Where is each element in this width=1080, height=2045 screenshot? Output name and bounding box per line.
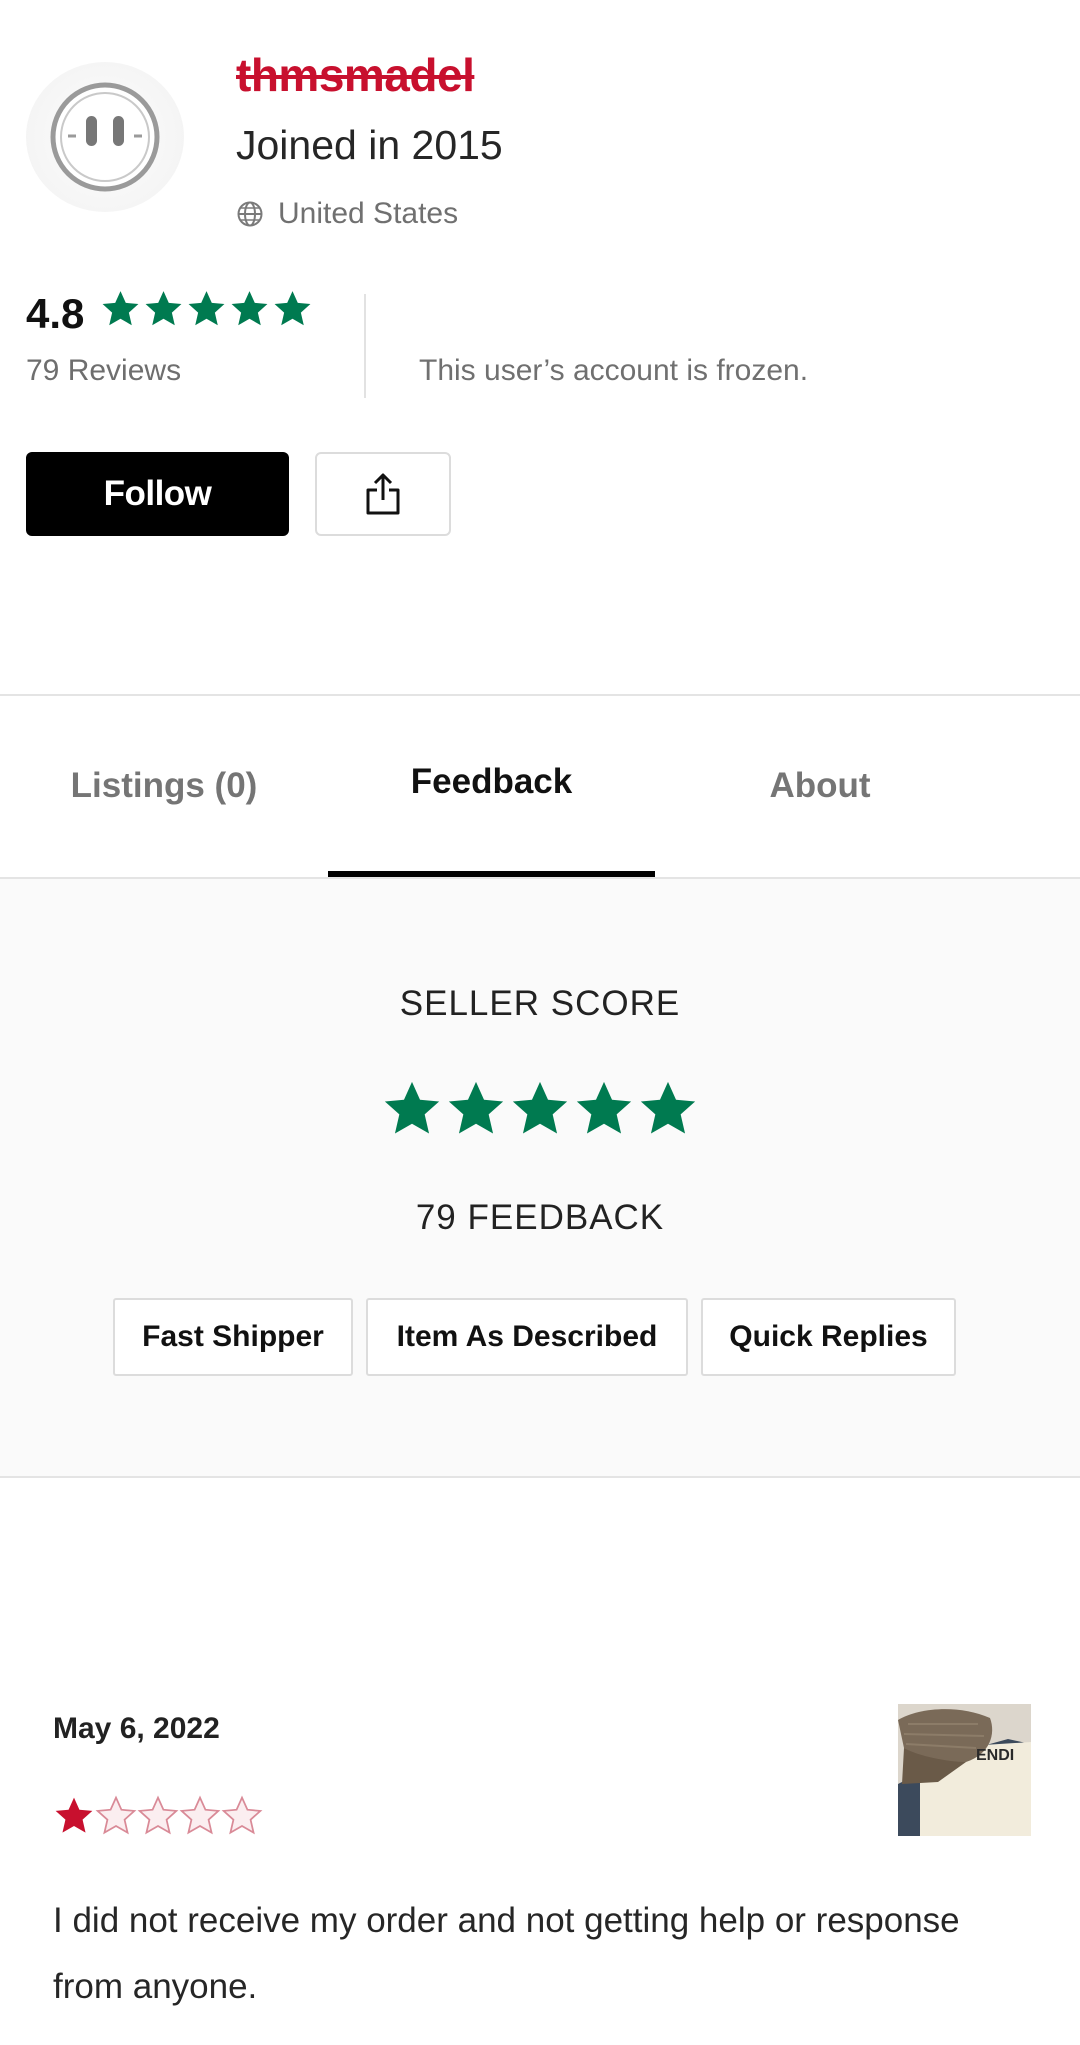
share-button[interactable] <box>315 452 451 536</box>
star-empty-icon <box>179 1795 221 1835</box>
review-date: May 6, 2022 <box>53 1712 220 1745</box>
star-icon <box>102 291 139 326</box>
star-empty-icon <box>221 1795 263 1835</box>
star-icon <box>384 1081 440 1134</box>
star-icon <box>145 291 182 326</box>
rating-stars <box>100 288 313 330</box>
star-icon <box>274 291 311 326</box>
seller-score-stars <box>0 1078 1080 1140</box>
review-text: I did not receive my order and not getti… <box>53 1901 960 2006</box>
follow-button[interactable]: Follow <box>26 452 289 536</box>
share-icon <box>366 473 400 515</box>
star-icon <box>231 291 268 326</box>
tab-about[interactable]: About <box>700 766 940 806</box>
smiley-face-icon <box>50 82 160 192</box>
divider <box>0 694 1080 696</box>
feedback-count: 79 FEEDBACK <box>415 1198 665 1237</box>
seller-score-title: SELLER SCORE <box>399 984 681 1023</box>
globe-icon <box>237 201 263 227</box>
star-icon <box>512 1081 568 1134</box>
thumb-text: ENDI <box>976 1747 1014 1764</box>
divider <box>364 294 366 398</box>
star-icon <box>640 1081 696 1134</box>
divider <box>0 877 1080 879</box>
tab-feedback[interactable]: Feedback <box>328 762 655 802</box>
review-photo[interactable]: ENDI <box>898 1704 1031 1836</box>
star-icon <box>576 1081 632 1134</box>
chip-fast-shipper[interactable]: Fast Shipper <box>113 1298 353 1376</box>
divider <box>0 1476 1080 1478</box>
star-filled-icon <box>55 1797 93 1833</box>
username: thmsmadel <box>236 49 475 101</box>
chip-quick-replies[interactable]: Quick Replies <box>701 1298 956 1376</box>
star-empty-icon <box>95 1795 137 1835</box>
rating-value: 4.8 <box>26 290 85 337</box>
tab-listings[interactable]: Listings (0) <box>24 766 304 806</box>
seller-score-panel <box>0 879 1080 1477</box>
reviews-count[interactable]: 79 Reviews <box>26 354 181 388</box>
avatar <box>26 62 184 212</box>
chip-item-as-described[interactable]: Item As Described <box>366 1298 688 1376</box>
star-icon <box>188 291 225 326</box>
star-icon <box>448 1081 504 1134</box>
location-label: United States <box>278 197 459 230</box>
star-empty-icon <box>137 1795 179 1835</box>
joined-date: Joined in 2015 <box>236 122 503 168</box>
location: United States <box>236 196 458 232</box>
frozen-notice: This user’s account is frozen. <box>419 354 809 387</box>
review-stars <box>53 1795 263 1837</box>
